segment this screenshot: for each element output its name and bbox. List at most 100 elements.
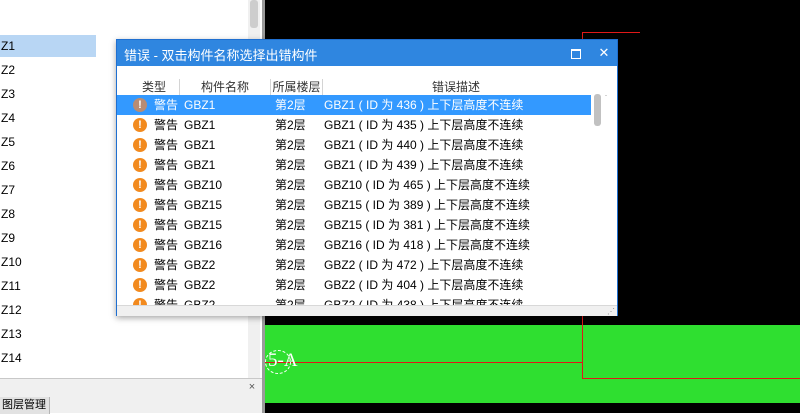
cell-name: GBZ1 — [184, 118, 216, 132]
table-row[interactable]: ! 警告 GBZ1 第2层 GBZ1 ( ID 为 439 ) 上下层高度不连续 — [117, 155, 591, 175]
table-row[interactable]: ! 警告 GBZ2 第2层 GBZ2 ( ID 为 404 ) 上下层高度不连续 — [117, 275, 591, 295]
table-row[interactable]: ! 警告 GBZ10 第2层 GBZ10 ( ID 为 465 ) 上下层高度不连续 — [117, 175, 591, 195]
cell-description: GBZ15 ( ID 为 389 ) 上下层高度不连续 — [324, 198, 531, 212]
column-header-floor[interactable]: 所属楼层 — [271, 79, 323, 95]
cell-name: GBZ1 — [184, 98, 216, 112]
table-row[interactable]: ! 警告 GBZ15 第2层 GBZ15 ( ID 为 389 ) 上下层高度不连续 — [117, 195, 591, 215]
dialog-scroll-thumb[interactable] — [594, 94, 601, 126]
component-list-scroll-thumb[interactable] — [250, 0, 258, 28]
cell-name: GBZ1 — [184, 158, 216, 172]
warning-icon: ! — [133, 118, 147, 132]
cell-type: 警告 — [154, 178, 179, 192]
column-header-type[interactable]: 类型 — [129, 79, 180, 95]
table-row[interactable]: ! 警告 GBZ1 第2层 GBZ1 ( ID 为 435 ) 上下层高度不连续 — [117, 115, 591, 135]
cell-floor: 第2层 — [275, 218, 306, 232]
list-item[interactable]: Z8 — [0, 203, 96, 225]
list-item[interactable]: Z1 — [0, 35, 96, 57]
cell-type: 警告 — [154, 298, 179, 305]
table-row[interactable]: ! 警告 GBZ2 第2层 GBZ2 ( ID 为 472 ) 上下层高度不连续 — [117, 255, 591, 275]
red-line-mid — [265, 362, 583, 363]
warning-icon: ! — [133, 158, 147, 172]
cell-name: GBZ2 — [184, 258, 216, 272]
dialog-title-bar[interactable]: 错误 - 双击构件名称选择出错构件 ✕ — [117, 40, 617, 66]
maximize-icon[interactable] — [567, 44, 585, 62]
red-line-top — [582, 32, 640, 33]
list-item[interactable]: Z7 — [0, 179, 96, 201]
column-header-description[interactable]: 错误描述 — [323, 79, 589, 95]
cell-description: GBZ2 ( ID 为 472 ) 上下层高度不连续 — [324, 258, 524, 272]
cell-description: GBZ1 ( ID 为 436 ) 上下层高度不连续 — [324, 98, 524, 112]
cell-description: GBZ1 ( ID 为 440 ) 上下层高度不连续 — [324, 138, 524, 152]
warning-icon: ! — [133, 238, 147, 252]
cell-floor: 第2层 — [275, 138, 306, 152]
cell-floor: 第2层 — [275, 238, 306, 252]
slab-region — [265, 325, 800, 403]
cell-name: GBZ15 — [184, 218, 223, 232]
cell-floor: 第2层 — [275, 298, 306, 305]
cell-type: 警告 — [154, 278, 179, 292]
grid-header: 类型 构件名称 所属楼层 错误描述 — [117, 79, 607, 96]
cell-floor: 第2层 — [275, 158, 306, 172]
cell-type: 警告 — [154, 218, 179, 232]
cell-name: GBZ16 — [184, 238, 223, 252]
list-item[interactable]: Z9 — [0, 227, 96, 249]
list-item[interactable]: Z2 — [0, 59, 96, 81]
cell-description: GBZ1 ( ID 为 439 ) 上下层高度不连续 — [324, 158, 524, 172]
cell-type: 警告 — [154, 258, 179, 272]
cell-floor: 第2层 — [275, 198, 306, 212]
cell-name: GBZ2 — [184, 298, 216, 305]
table-row[interactable]: ! 警告 GBZ2 第2层 GBZ2 ( ID 为 438 ) 上下层高度不连续 — [117, 295, 591, 305]
cell-floor: 第2层 — [275, 178, 306, 192]
cell-description: GBZ15 ( ID 为 381 ) 上下层高度不连续 — [324, 218, 531, 232]
list-item[interactable]: Z6 — [0, 155, 96, 177]
warning-icon: ! — [133, 298, 147, 305]
list-item[interactable]: Z14 — [0, 347, 96, 369]
cell-name: GBZ15 — [184, 198, 223, 212]
warning-icon: ! — [133, 278, 147, 292]
table-row[interactable]: ! 警告 GBZ15 第2层 GBZ15 ( ID 为 381 ) 上下层高度不连续 — [117, 215, 591, 235]
cell-description: GBZ1 ( ID 为 435 ) 上下层高度不连续 — [324, 118, 524, 132]
table-row[interactable]: ! 警告 GBZ1 第2层 GBZ1 ( ID 为 440 ) 上下层高度不连续 — [117, 135, 591, 155]
cell-floor: 第2层 — [275, 278, 306, 292]
error-dialog: 错误 - 双击构件名称选择出错构件 ✕ 类型 构件名称 所属楼层 错误描述 ! 警… — [116, 39, 618, 316]
warning-icon: ! — [133, 138, 147, 152]
cell-description: GBZ16 ( ID 为 418 ) 上下层高度不连续 — [324, 238, 531, 252]
dialog-status-bar: ⋰ — [117, 305, 617, 316]
list-item[interactable]: Z4 — [0, 107, 96, 129]
list-item[interactable]: Z11 — [0, 275, 96, 297]
error-grid: ! 警告 GBZ1 第2层 GBZ1 ( ID 为 436 ) 上下层高度不连续! 警告 G… — [117, 95, 591, 305]
cell-floor: 第2层 — [275, 258, 306, 272]
cell-type: 警告 — [154, 158, 179, 172]
warning-icon: ! — [133, 218, 147, 232]
list-item[interactable]: Z12 — [0, 299, 96, 321]
tab-layer-management[interactable]: 图层管理 — [0, 397, 50, 414]
resize-grip-icon[interactable]: ⋰ — [607, 307, 616, 316]
table-row[interactable]: ! 警告 GBZ16 第2层 GBZ16 ( ID 为 418 ) 上下层高度不连续 — [117, 235, 591, 255]
cell-name: GBZ10 — [184, 178, 223, 192]
cell-description: GBZ10 ( ID 为 465 ) 上下层高度不连续 — [324, 178, 531, 192]
cell-floor: 第2层 — [275, 118, 306, 132]
cell-type: 警告 — [154, 138, 179, 152]
dock-close-icon[interactable]: × — [247, 382, 257, 393]
axis-label: 5-A — [268, 350, 298, 371]
warning-icon: ! — [133, 98, 147, 112]
cell-type: 警告 — [154, 238, 179, 252]
close-icon[interactable]: ✕ — [595, 44, 613, 62]
dialog-scrollbar[interactable] — [591, 92, 605, 305]
cell-description: GBZ2 ( ID 为 404 ) 上下层高度不连续 — [324, 278, 524, 292]
dialog-title: 错误 - 双击构件名称选择出错构件 — [124, 48, 318, 63]
cell-type: 警告 — [154, 118, 179, 132]
list-item[interactable]: Z5 — [0, 131, 96, 153]
list-item[interactable]: Z10 — [0, 251, 96, 273]
cell-floor: 第2层 — [275, 98, 306, 112]
cell-name: GBZ2 — [184, 278, 216, 292]
table-row[interactable]: ! 警告 GBZ1 第2层 GBZ1 ( ID 为 436 ) 上下层高度不连续 — [117, 95, 591, 115]
cell-name: GBZ1 — [184, 138, 216, 152]
column-header-name[interactable]: 构件名称 — [180, 79, 271, 95]
list-item[interactable]: Z13 — [0, 323, 96, 345]
list-item[interactable]: Z3 — [0, 83, 96, 105]
cell-type: 警告 — [154, 98, 179, 112]
cell-type: 警告 — [154, 198, 179, 212]
bottom-dock-panel: × 图层管理 — [0, 378, 262, 414]
red-line-bottom — [582, 378, 800, 379]
